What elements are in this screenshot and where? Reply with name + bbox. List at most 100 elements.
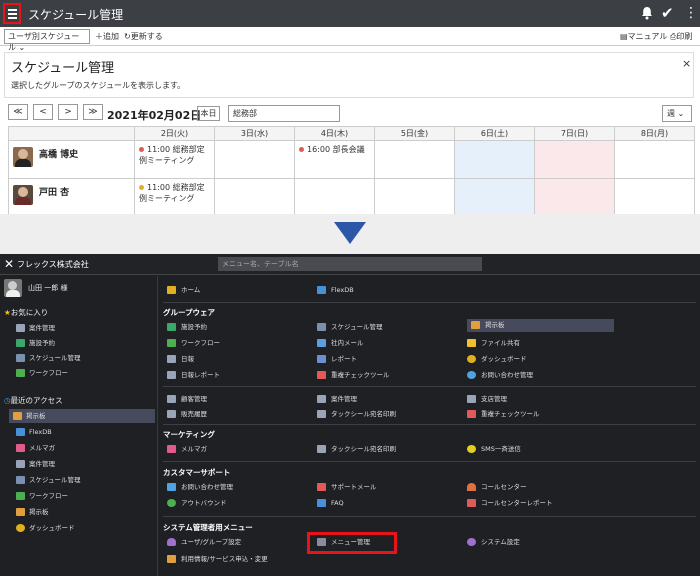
add-button[interactable]: ＋追加 [95,31,119,42]
schedule-cell[interactable] [614,178,695,214]
menu-item[interactable]: 施設予約 [167,321,307,333]
event-dot-icon [299,147,304,152]
schedule-cell[interactable] [374,178,455,214]
schedule-cell[interactable]: 11:00 総務部定例ミーティング [134,178,215,214]
schedule-cell[interactable]: 16:00 部長会議 [294,140,375,179]
next-button[interactable]: > [58,104,78,120]
today-button[interactable]: 本日 [197,106,220,121]
menu-screen: ✕ フレックス株式会社 メニュー名、テーブル名 山田 一郎 様 ★お気に入り 案… [0,254,700,576]
schedule-cell[interactable] [374,140,455,179]
menu-item[interactable]: FAQ [317,497,457,509]
menu-item[interactable]: レポート [317,353,457,365]
menu-item[interactable]: ファイル共有 [467,337,607,349]
sidebar-item-fav[interactable]: スケジュール管理 [12,351,158,365]
schedule-cell[interactable] [214,178,295,214]
schedule-cell-saturday[interactable] [454,178,535,214]
menu-item[interactable]: 社内メール [317,337,457,349]
sidebar-item-recent[interactable]: ダッシュボード [12,521,158,535]
menu-item[interactable]: スケジュール管理 [317,321,457,333]
schedule-cell[interactable] [294,178,375,214]
user-name[interactable]: 山田 一郎 様 [28,283,67,293]
schedule-cell[interactable] [214,140,295,179]
sidebar-item-recent[interactable]: スケジュール管理 [12,473,158,487]
header-cell-day: 6日(土) [454,126,535,141]
section-divider [163,516,696,517]
schedule-cell[interactable]: 11:00 総務部定例ミーティング [134,140,215,179]
headset-icon [467,483,476,491]
sidebar-item-fav[interactable]: 案件管理 [12,321,158,335]
schedule-cell[interactable] [614,140,695,179]
sidebar-item-recent[interactable]: 掲示板 [12,505,158,519]
menu-item[interactable]: SMS一斉送信 [467,443,607,455]
menu-item-label: スケジュール管理 [331,323,383,331]
prev-button[interactable]: < [33,104,53,120]
hamburger-menu-button[interactable] [3,3,21,24]
sidebar-item-fav[interactable]: 施設予約 [12,336,158,350]
menu-search-input[interactable]: メニュー名、テーブル名 [218,257,482,271]
event-item[interactable]: 11:00 総務部定例ミーティング [139,183,205,203]
view-select[interactable]: ユーザ別スケジュール ⌄ [4,29,90,52]
menu-item[interactable]: サポートメール [317,481,457,493]
bell-icon[interactable] [641,6,653,20]
group-input[interactable]: 総務部 [228,105,340,122]
menu-item[interactable]: 利用情報/サービス申込・変更 [167,553,327,565]
menu-item-bulletin[interactable]: 掲示板 [467,319,614,332]
menu-item[interactable]: 重複チェックツール [467,408,607,420]
menu-item[interactable]: タックシール宛名印刷 [317,408,457,420]
event-item[interactable]: 11:00 総務部定例ミーティング [139,145,205,165]
menu-item-flexdb[interactable]: FlexDB [317,284,457,296]
menu-item[interactable]: 支店管理 [467,393,607,405]
table-icon [16,460,25,468]
schedule-cell-sunday[interactable] [534,140,615,179]
sidebar-item-recent[interactable]: FlexDB [12,425,158,439]
menu-item[interactable]: 重複チェックツール [317,369,457,381]
menu-item[interactable]: アウトバウンド [167,497,307,509]
sidebar-item-label: ワークフロー [29,492,68,500]
menu-item[interactable]: タックシール宛名印刷 [317,443,457,455]
range-select[interactable]: 週 ⌄ [662,105,692,122]
close-icon[interactable]: ✕ [4,257,14,271]
menu-item-label: 重複チェックツール [331,371,390,379]
sidebar-item-recent[interactable]: メルマガ [12,441,158,455]
menu-item-label: レポート [331,355,357,363]
user-name[interactable]: 戸田 杏 [39,185,69,198]
menu-item[interactable]: 日報レポート [167,369,307,381]
panel-description: 選択したグループのスケジュールを表示します。 [11,81,186,90]
menu-item[interactable]: メルマガ [167,443,307,455]
menu-item[interactable]: ユーザ/グループ設定 [167,536,307,548]
menu-item[interactable]: システム設定 [467,536,607,548]
schedule-cell-sunday[interactable] [534,178,615,214]
workflow-icon [16,492,25,500]
print-button[interactable]: ⎙印刷 [670,31,692,42]
menu-item[interactable]: 販売履歴 [167,408,307,420]
menu-item[interactable]: お問い合わせ管理 [167,481,307,493]
schedule-cell-saturday[interactable] [454,140,535,179]
menu-item[interactable]: ワークフロー [167,337,307,349]
user-cell: 戸田 杏 [8,178,135,214]
menu-item[interactable]: 顧客管理 [167,393,307,405]
first-page-button[interactable]: ≪ [8,104,28,120]
event-item[interactable]: 16:00 部長会議 [307,145,365,154]
menu-item-home[interactable]: ホーム [167,284,307,296]
sidebar-item-fav[interactable]: ワークフロー [12,366,158,380]
sidebar-item-recent[interactable]: 案件管理 [12,457,158,471]
menu-item[interactable]: コールセンター [467,481,607,493]
bulletin-icon [16,508,25,516]
event-dot-icon [139,147,144,152]
sidebar-item-recent[interactable]: ワークフロー [12,489,158,503]
sidebar-item-recent[interactable]: 掲示板 [9,409,155,423]
refresh-button[interactable]: ↻更新する [124,31,163,42]
menu-item[interactable]: ダッシュボード [467,353,607,365]
label-print-icon [317,445,326,453]
manual-button[interactable]: ▤マニュアル [620,31,667,42]
menu-item[interactable]: 日報 [167,353,307,365]
home-icon [167,286,176,294]
menu-item[interactable]: 案件管理 [317,393,457,405]
menu-item[interactable]: お問い合わせ管理 [467,369,607,381]
close-icon[interactable]: × [682,57,691,70]
check-icon[interactable]: ✔ [661,4,674,22]
user-name[interactable]: 高橋 博史 [39,147,78,160]
more-options-icon[interactable]: ⋮ [684,3,698,23]
menu-item[interactable]: コールセンターレポート [467,497,607,509]
last-page-button[interactable]: ≫ [83,104,103,120]
